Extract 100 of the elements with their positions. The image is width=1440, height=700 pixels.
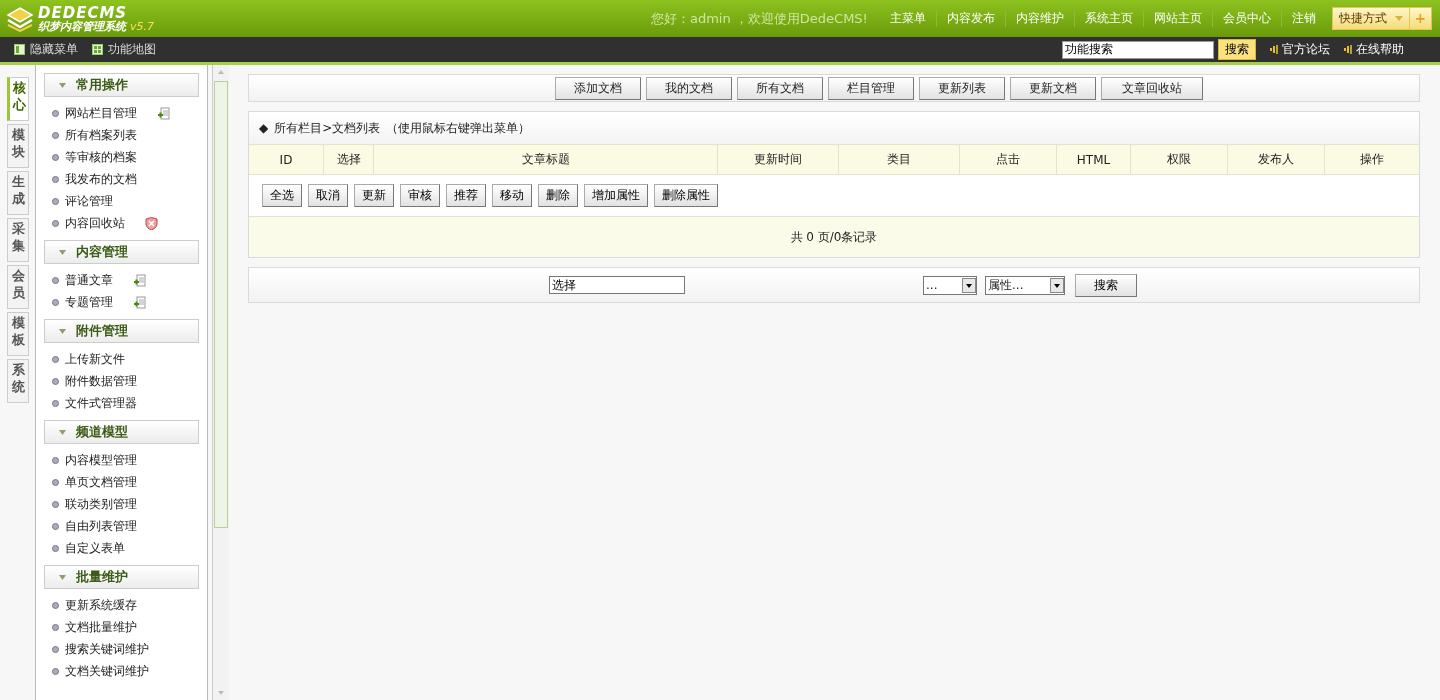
collapse-arrow-icon	[59, 328, 66, 334]
bullet-icon	[52, 298, 59, 306]
shortcut-dropdown[interactable]: 快捷方式	[1332, 8, 1409, 29]
toolbar-button[interactable]: 所有文档	[737, 76, 823, 100]
help-link[interactable]: 官方论坛	[1282, 41, 1330, 58]
action-button[interactable]: 删除	[538, 184, 578, 207]
signal-icon	[1344, 45, 1352, 54]
column-header: 权限	[1167, 151, 1191, 168]
pager-text: 共 0 页/0条记录	[790, 228, 878, 246]
menu-item[interactable]: 搜索关键词维护	[65, 640, 149, 658]
column-header: 选择	[336, 151, 361, 168]
menu-item[interactable]: 普通文章	[65, 271, 113, 289]
menu-section-header[interactable]: 常用操作	[44, 73, 199, 97]
bullet-icon	[52, 153, 59, 161]
menu-item[interactable]: 网站栏目管理	[65, 104, 137, 122]
keyword-field[interactable]: 选择	[549, 276, 685, 294]
grid-icon	[92, 44, 103, 55]
signal-icon	[1270, 45, 1278, 54]
action-button[interactable]: 审核	[400, 184, 440, 207]
toolbar-button[interactable]: 栏目管理	[828, 76, 914, 100]
bullet-icon	[52, 109, 59, 117]
action-button[interactable]: 增加属性	[584, 184, 648, 207]
side-tab[interactable]: 生成	[7, 171, 29, 215]
menu-item[interactable]: 文件式管理器	[65, 394, 137, 412]
side-tab[interactable]: 模块	[7, 124, 29, 168]
add-document-icon[interactable]	[157, 106, 170, 120]
toolbar-button[interactable]: 我的文档	[646, 76, 732, 100]
column-header: 文章标题	[521, 151, 570, 168]
collapse-arrow-icon	[59, 82, 66, 88]
bullet-icon	[52, 601, 59, 609]
menu-item[interactable]: 上传新文件	[65, 350, 125, 368]
menu-item[interactable]: 我发布的文档	[65, 170, 137, 188]
menu-item[interactable]: 内容模型管理	[65, 451, 137, 469]
menu-item[interactable]: 联动类别管理	[65, 495, 137, 513]
menu-item[interactable]: 自定义表单	[65, 539, 125, 557]
action-button[interactable]: 移动	[492, 184, 532, 207]
action-button[interactable]: 推荐	[446, 184, 486, 207]
menu-section-header[interactable]: 内容管理	[44, 240, 199, 264]
menu-item[interactable]: 内容回收站	[65, 214, 125, 232]
diamond-icon: ◆	[259, 121, 269, 135]
menu-item[interactable]: 更新系统缓存	[65, 596, 137, 614]
action-button[interactable]: 更新	[354, 184, 394, 207]
bullet-icon	[52, 667, 59, 675]
menu-item[interactable]: 评论管理	[65, 192, 113, 210]
toolbar-button[interactable]: 文章回收站	[1101, 76, 1203, 100]
side-tab[interactable]: 采集	[7, 218, 29, 262]
column-header: 发布人	[1258, 151, 1294, 168]
function-search-field[interactable]: 功能搜索	[1062, 40, 1214, 59]
version-label: v5.7	[130, 20, 154, 32]
logo-icon	[6, 5, 34, 32]
bullet-icon	[52, 377, 59, 385]
menu-section-header[interactable]: 频道模型	[44, 420, 199, 444]
toolbar-button[interactable]: 添加文档	[555, 76, 641, 100]
menu-item[interactable]: 文档批量维护	[65, 618, 137, 636]
scrollbar-thumb[interactable]	[214, 81, 228, 528]
menu-section-header[interactable]: 批量维护	[44, 565, 199, 589]
side-tab[interactable]: 系统	[7, 359, 29, 403]
column-header: 操作	[1360, 151, 1384, 168]
category-select[interactable]: ...	[923, 275, 977, 295]
greeting-text: 您好：admin ，欢迎使用DedeCMS!	[650, 9, 868, 28]
toolbar-button[interactable]: 更新列表	[919, 76, 1005, 100]
column-header: HTML	[1076, 152, 1111, 167]
menu-item[interactable]: 单页文档管理	[65, 473, 137, 491]
side-tab[interactable]: 核心	[7, 77, 29, 121]
shield-cross-icon[interactable]	[145, 216, 158, 230]
breadcrumb: 所有栏目>文档列表	[274, 119, 381, 137]
logo-title: DEDECMS	[38, 5, 129, 21]
bullet-icon	[52, 645, 59, 653]
caret-icon	[1394, 16, 1403, 21]
bullet-icon	[52, 399, 59, 407]
side-tab[interactable]: 模板	[7, 312, 29, 356]
bullet-icon	[52, 276, 59, 284]
toolbar-link[interactable]: 功能地图	[108, 41, 156, 58]
menu-item[interactable]: 附件数据管理	[65, 372, 137, 390]
add-document-icon[interactable]	[133, 295, 146, 309]
bullet-icon	[52, 175, 59, 183]
column-header: 类目	[887, 151, 911, 168]
logo-subtitle: 织梦内容管理系统	[38, 20, 126, 32]
action-button[interactable]: 取消	[308, 184, 348, 207]
help-link[interactable]: 在线帮助	[1356, 41, 1404, 58]
toolbar-button[interactable]: 更新文档	[1010, 76, 1096, 100]
menu-section-header[interactable]: 附件管理	[44, 319, 199, 343]
bullet-icon	[52, 131, 59, 139]
filter-search-button[interactable]: 搜索	[1075, 273, 1137, 297]
panel-icon	[14, 44, 25, 55]
search-button[interactable]: 搜索	[1218, 39, 1256, 60]
add-document-icon[interactable]	[133, 273, 146, 287]
bullet-icon	[52, 522, 59, 530]
menu-item[interactable]: 自由列表管理	[65, 517, 137, 535]
hint-text: （使用鼠标右键弹出菜单）	[386, 119, 531, 137]
attribute-select[interactable]: 属性...	[985, 275, 1065, 295]
menu-item[interactable]: 等审核的档案	[65, 148, 137, 166]
menu-item[interactable]: 文档关键词维护	[65, 662, 149, 680]
menu-item[interactable]: 所有档案列表	[65, 126, 137, 144]
menu-item[interactable]: 专题管理	[65, 293, 113, 311]
toolbar-link[interactable]: 隐藏菜单	[30, 41, 78, 58]
side-tab[interactable]: 会员	[7, 265, 29, 309]
bullet-icon	[52, 544, 59, 552]
action-button[interactable]: 删除属性	[654, 184, 718, 207]
action-button[interactable]: 全选	[262, 184, 302, 207]
